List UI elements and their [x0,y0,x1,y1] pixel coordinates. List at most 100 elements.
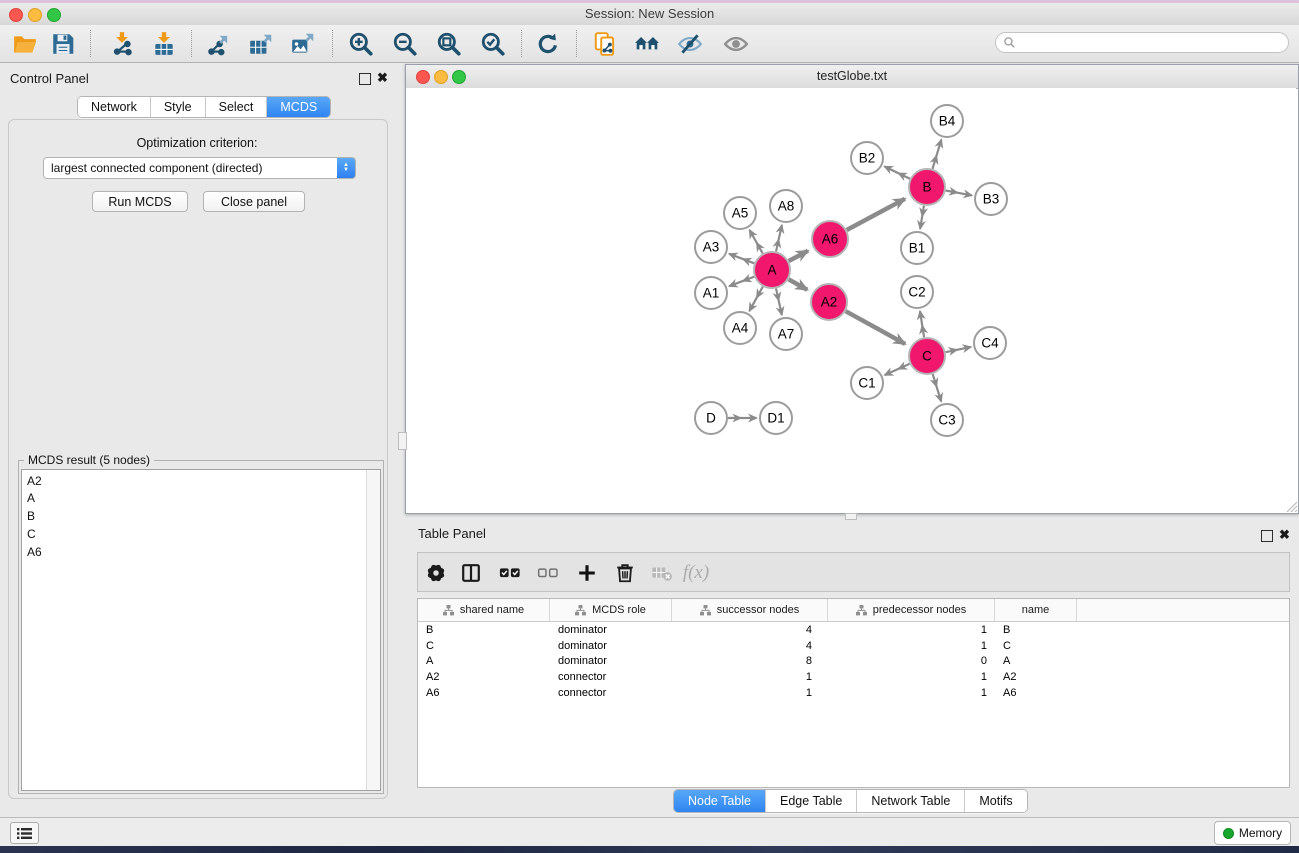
graph-node-B1[interactable]: B1 [901,232,933,264]
graph-node-B3[interactable]: B3 [975,183,1007,215]
table-row[interactable]: A6connector11A6 [418,685,1289,701]
tab-motifs[interactable]: Motifs [965,790,1026,812]
network-canvas[interactable]: B4B2BB3A5A8A6B1A3AA1C2A2A4A7C4CC1C3DD1 [406,88,1296,511]
mcds-result-list[interactable]: A2ABCA6 [21,469,381,791]
graph-edge-A-A7[interactable] [776,289,782,315]
tab-style[interactable]: Style [151,97,206,117]
export-network-button[interactable] [203,29,233,59]
graph-node-B4[interactable]: B4 [931,105,963,137]
import-table-button[interactable] [149,29,179,59]
graph-edge-A6-B[interactable] [847,199,905,230]
graph-node-B2[interactable]: B2 [851,142,883,174]
optimization-criterion-select[interactable]: largest connected component (directed) ▲… [43,157,356,179]
copy-network-button[interactable] [590,29,620,59]
search-input[interactable] [1020,35,1288,51]
save-floppy-button[interactable] [48,29,78,59]
graph-edge-B-B2[interactable] [885,166,910,178]
graph-edge-A2-C[interactable] [846,311,905,344]
column-header-MCDS-role[interactable]: MCDS role [550,599,672,621]
eye-slash-button[interactable] [675,29,705,59]
result-list-scrollbar[interactable] [366,470,380,790]
graph-node-C3[interactable]: C3 [931,404,963,436]
network-window-titlebar[interactable]: testGlobe.txt [406,65,1298,89]
add-button[interactable] [572,558,602,588]
graph-node-A2[interactable]: A2 [811,284,847,320]
tab-mcds[interactable]: MCDS [267,97,330,117]
trash-button[interactable] [610,558,640,588]
graph-edge-A-A4[interactable] [749,287,762,311]
control-panel-close-button[interactable]: ✖ [377,72,388,84]
run-mcds-button[interactable]: Run MCDS [92,191,188,212]
tab-network-table[interactable]: Network Table [857,790,965,812]
task-history-button[interactable] [10,822,39,844]
import-network-button[interactable] [107,29,137,59]
tab-select[interactable]: Select [206,97,268,117]
graph-node-D1[interactable]: D1 [760,402,792,434]
export-image-button[interactable] [288,29,318,59]
graph-edge-A-A2[interactable] [789,279,808,289]
graph-edge-B-B3[interactable] [946,191,972,196]
table-panel-close-button[interactable]: ✖ [1279,529,1290,541]
graph-node-C4[interactable]: C4 [974,327,1006,359]
resize-grip-icon[interactable] [1284,499,1297,512]
vertical-divider-grip[interactable] [398,432,407,450]
table-row[interactable]: Bdominator41B [418,622,1289,638]
mcds-result-item[interactable]: C [22,525,366,543]
graph-node-A8[interactable]: A8 [770,190,802,222]
split-columns-button[interactable] [456,558,486,588]
refresh-button[interactable] [533,29,563,59]
graph-edge-A-A3[interactable] [729,254,754,263]
graph-node-A3[interactable]: A3 [695,231,727,263]
memory-button[interactable]: Memory [1214,821,1291,845]
graph-node-A5[interactable]: A5 [724,197,756,229]
checks-on-button[interactable] [495,558,525,588]
graph-node-A1[interactable]: A1 [695,277,727,309]
eye-button[interactable] [721,29,751,59]
graph-edge-C-C1[interactable] [885,364,910,375]
open-folder-button[interactable] [10,29,40,59]
graph-edge-A-A8[interactable] [776,225,782,251]
graph-edge-A-A1[interactable] [729,277,754,286]
search-field[interactable] [995,32,1289,53]
table-row[interactable]: Cdominator41C [418,638,1289,654]
table-panel-float-button[interactable] [1261,530,1273,542]
graph-edge-C-C3[interactable] [933,374,942,401]
tab-node-table[interactable]: Node Table [674,790,766,812]
graph-node-A6[interactable]: A6 [812,221,848,257]
graph-edge-A-A6[interactable] [789,251,808,261]
mcds-result-item[interactable]: A2 [22,472,366,490]
double-home-button[interactable] [632,29,662,59]
graph-edge-B-B4[interactable] [933,140,942,169]
control-panel-float-button[interactable] [359,73,371,85]
mcds-result-item[interactable]: B [22,508,366,526]
tab-network[interactable]: Network [78,97,151,117]
zoom-fit-button[interactable] [434,29,464,59]
column-header-name[interactable]: name [995,599,1077,621]
graph-node-C2[interactable]: C2 [901,276,933,308]
column-header-shared-name[interactable]: shared name [418,599,550,621]
graph-edge-A-A5[interactable] [750,230,763,253]
column-header-successor-nodes[interactable]: successor nodes [672,599,828,621]
table-row[interactable]: A2connector11A2 [418,669,1289,685]
mcds-result-item[interactable]: A [22,490,366,508]
graph-edge-C-C4[interactable] [946,347,971,352]
graph-node-A[interactable]: A [754,252,790,288]
gear-button[interactable] [421,558,451,588]
mcds-result-item[interactable]: A6 [22,543,366,561]
horizontal-divider-grip[interactable] [845,513,857,520]
graph-node-B[interactable]: B [909,169,945,205]
graph-node-A7[interactable]: A7 [770,318,802,350]
zoom-selected-button[interactable] [478,29,508,59]
graph-edge-B-B1[interactable] [920,206,924,229]
export-table-button[interactable] [246,29,276,59]
graph-node-A4[interactable]: A4 [724,312,756,344]
zoom-in-button[interactable] [346,29,376,59]
column-header-predecessor-nodes[interactable]: predecessor nodes [828,599,995,621]
tab-edge-table[interactable]: Edge Table [766,790,857,812]
table-row[interactable]: Adominator80A [418,653,1289,669]
zoom-out-button[interactable] [390,29,420,59]
graph-edge-C-C2[interactable] [920,311,924,337]
close-panel-button[interactable]: Close panel [203,191,305,212]
checks-off-button[interactable] [533,558,563,588]
graph-node-C[interactable]: C [909,338,945,374]
